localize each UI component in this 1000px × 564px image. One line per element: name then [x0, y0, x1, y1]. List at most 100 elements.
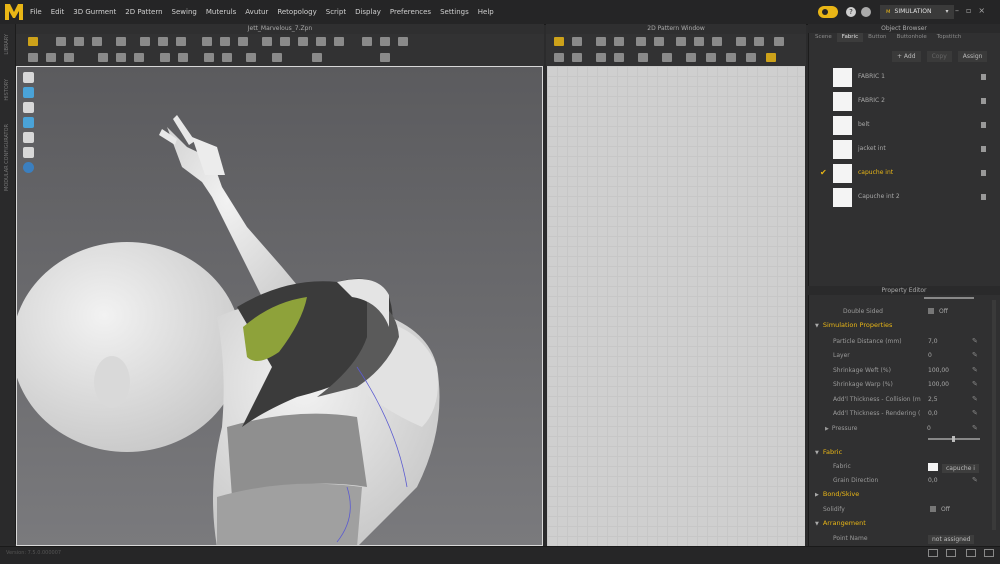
avatar-display-icon[interactable]: [23, 147, 34, 158]
menu-settings[interactable]: Settings: [440, 8, 469, 16]
property-editor-scrollbar[interactable]: [992, 300, 996, 530]
menu-preferences[interactable]: Preferences: [390, 8, 431, 16]
show-avatar-icon[interactable]: [23, 102, 34, 113]
fabric-item-selected[interactable]: ✔ capuche int: [812, 163, 994, 184]
avatar-move-icon[interactable]: [46, 53, 56, 62]
hanger-icon[interactable]: [178, 53, 188, 62]
menu-script[interactable]: Script: [326, 8, 346, 16]
add-point-icon[interactable]: [614, 37, 624, 46]
grading-icon[interactable]: [774, 37, 784, 46]
layout-split-icon[interactable]: [928, 549, 938, 557]
fabric-info-icon[interactable]: [981, 194, 986, 200]
fabric-item[interactable]: belt: [812, 115, 994, 136]
fabric-item[interactable]: FABRIC 1: [812, 67, 994, 88]
layout-2d-icon[interactable]: [966, 549, 976, 557]
layout-3d-icon[interactable]: [946, 549, 956, 557]
2d-pattern-canvas[interactable]: [547, 66, 805, 546]
strap-tool-icon[interactable]: [176, 37, 186, 46]
xray-joint-icon[interactable]: [98, 53, 108, 62]
solidify-checkbox[interactable]: Off: [930, 506, 950, 513]
tab-fabric[interactable]: Fabric: [836, 33, 864, 42]
trace-tool-icon[interactable]: [712, 37, 722, 46]
edit-pencil-icon[interactable]: ✎: [972, 351, 978, 359]
tab-modular-configurator[interactable]: MODULAR CONFIGURATOR: [4, 124, 10, 191]
menu-2d-pattern[interactable]: 2D Pattern: [125, 8, 162, 16]
menu-help[interactable]: Help: [478, 8, 494, 16]
edit-pattern-icon[interactable]: [572, 37, 582, 46]
internal-polygon-icon[interactable]: [676, 37, 686, 46]
edit-pencil-icon[interactable]: ✎: [972, 424, 978, 432]
community-icon[interactable]: [861, 7, 871, 17]
point-name-select[interactable]: not assigned: [928, 535, 975, 544]
pressure-slider[interactable]: [928, 436, 980, 442]
edit-curvature-icon[interactable]: [596, 37, 606, 46]
help-icon[interactable]: ?: [846, 7, 856, 17]
fabric-select[interactable]: capuche i: [928, 463, 979, 473]
3d-viewport[interactable]: [16, 66, 543, 546]
fabric-item[interactable]: FABRIC 2: [812, 91, 994, 112]
menu-sewing[interactable]: Sewing: [172, 8, 197, 16]
property-editor-splitter[interactable]: [924, 297, 974, 299]
property-value-input[interactable]: 7,0: [928, 338, 938, 345]
zipper-2d-icon[interactable]: [726, 53, 736, 62]
surface-tool-icon[interactable]: [272, 53, 282, 62]
add-fabric-button[interactable]: + Add: [892, 51, 921, 62]
fabric-info-icon[interactable]: [981, 74, 986, 80]
property-value-input[interactable]: 0,0: [928, 477, 938, 484]
environment-sphere-icon[interactable]: [23, 162, 34, 173]
menu-file[interactable]: File: [30, 8, 42, 16]
shirring-icon[interactable]: [706, 53, 716, 62]
texture-surface-icon[interactable]: [23, 117, 34, 128]
steam-tool-icon[interactable]: [238, 37, 248, 46]
seam-tool-icon[interactable]: [220, 37, 230, 46]
line-tool-icon[interactable]: [246, 53, 256, 62]
simulation-mode-selector[interactable]: ᴍ SIMULATION ▾: [880, 5, 955, 19]
property-value-input[interactable]: 0,0: [928, 410, 938, 417]
fabric-item[interactable]: jacket int: [812, 139, 994, 160]
simulation-toggle[interactable]: [818, 6, 838, 18]
pin-tool-icon[interactable]: [116, 37, 126, 46]
fabric-info-icon[interactable]: [981, 170, 986, 176]
pose-tool-icon[interactable]: [116, 53, 126, 62]
window-controls[interactable]: –▫×: [955, 6, 992, 15]
section-bond-skive[interactable]: ▶ Bond/Skive: [815, 490, 859, 502]
free-sewing-icon[interactable]: [572, 53, 582, 62]
marvelous-logo[interactable]: [3, 2, 25, 22]
pressure-label[interactable]: ▶ Pressure: [825, 425, 857, 432]
tab-history[interactable]: HISTORY: [4, 79, 10, 101]
copy-fabric-button[interactable]: Copy: [926, 51, 952, 62]
pressure-value[interactable]: 0: [927, 425, 931, 432]
snap-tool-icon[interactable]: [380, 53, 390, 62]
buttonhole-tool-icon[interactable]: [298, 37, 308, 46]
graphic-tool-icon[interactable]: [398, 37, 408, 46]
segment-sewing-icon[interactable]: [554, 53, 564, 62]
section-fabric[interactable]: ▼ Fabric: [815, 448, 842, 460]
fitting-suit-icon[interactable]: [160, 53, 170, 62]
menu-materials[interactable]: Muteruls: [206, 8, 236, 16]
double-sided-checkbox[interactable]: Off: [928, 308, 948, 315]
topstitch-tool-icon[interactable]: [316, 37, 326, 46]
tack-on-avatar-icon[interactable]: [158, 37, 168, 46]
edit-sewing-icon[interactable]: [614, 53, 624, 62]
arrange-tool-icon[interactable]: [92, 37, 102, 46]
menu-avatar[interactable]: Avutur: [245, 8, 268, 16]
tab-buttonhole[interactable]: Buttonhole: [892, 33, 932, 42]
property-value-input[interactable]: 100,00: [928, 381, 949, 388]
property-value-input[interactable]: 2,5: [928, 396, 938, 403]
fabric-info-icon[interactable]: [981, 122, 986, 128]
measure-tool-icon[interactable]: [202, 37, 212, 46]
point-tool-icon[interactable]: [222, 53, 232, 62]
edit-pencil-icon[interactable]: ✎: [972, 395, 978, 403]
puckering-tool-icon[interactable]: [334, 37, 344, 46]
section-arrangement[interactable]: ▼ Arrangement: [815, 519, 866, 531]
fabric-info-icon[interactable]: [981, 98, 986, 104]
edit-pencil-icon[interactable]: ✎: [972, 337, 978, 345]
tack-tool-icon[interactable]: [140, 37, 150, 46]
select-move-tool-icon[interactable]: [28, 37, 38, 46]
transform-pattern-icon[interactable]: [554, 37, 564, 46]
layout-custom-icon[interactable]: [984, 549, 994, 557]
tab-button[interactable]: Button: [863, 33, 891, 42]
rectangle-tool-icon[interactable]: [654, 37, 664, 46]
anchor-tool-icon[interactable]: [312, 53, 322, 62]
fold-arrangement-icon[interactable]: [736, 37, 746, 46]
